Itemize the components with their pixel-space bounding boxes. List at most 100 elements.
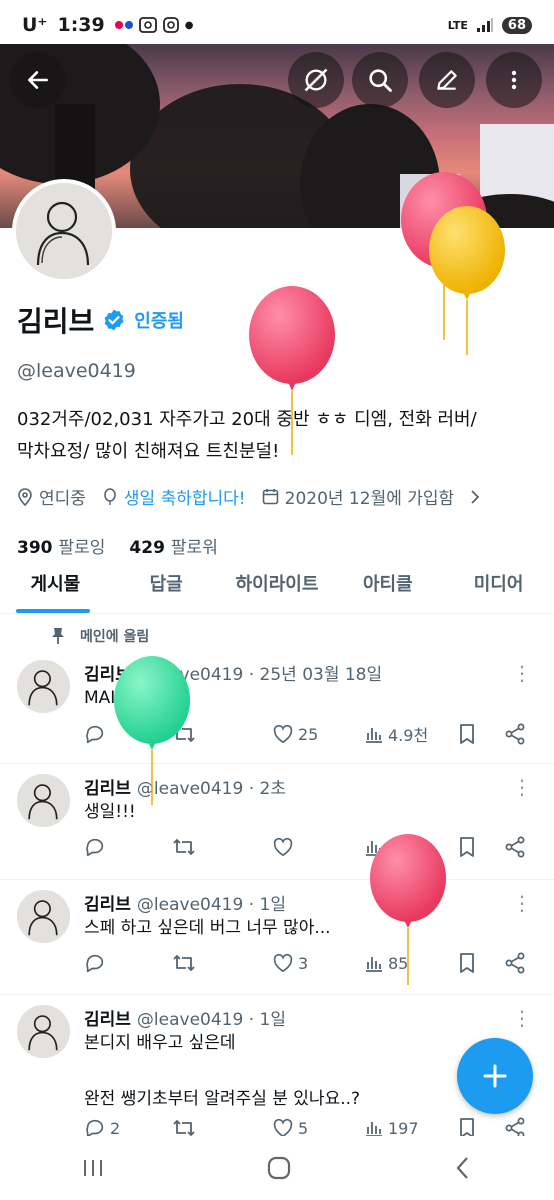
post-more-icon[interactable]: ⋮ [512,777,532,797]
heart-icon [273,953,293,973]
views-button[interactable]: 197 [364,1118,458,1138]
profile-avatar[interactable] [12,179,116,283]
view-count: 197 [388,1118,419,1138]
pinned-indicator: 메인에 올림 [50,626,149,646]
post-author[interactable]: 김리브 [84,1010,131,1030]
verified-badge-icon[interactable] [102,308,126,332]
post-avatar[interactable] [17,1005,70,1058]
post-avatar[interactable] [17,774,70,827]
reply-button[interactable] [84,723,172,745]
bookmark-button[interactable] [458,723,504,745]
post-text: MAIN. [84,688,134,708]
location-text: 연디중 [39,489,86,509]
more-button[interactable] [486,52,542,108]
bio-line: 막차요정/ 많이 친해져요 트친분덜! [17,441,280,462]
heart-icon [273,1118,293,1138]
like-button[interactable]: 25 [272,724,364,744]
bookmark-button[interactable] [458,952,504,974]
retweet-icon [173,955,195,971]
reply-icon [86,954,104,973]
post-more-icon[interactable]: ⋮ [512,893,532,913]
battery-indicator: 68 [501,16,532,34]
post-more-icon[interactable]: ⋮ [512,1008,532,1028]
share-button[interactable] [504,952,526,974]
retweet-icon [173,726,195,742]
post-item[interactable]: 김리브 @leave0419 · 1일 ⋮ 스페 하고 싶은데 버그 너무 많아.… [0,880,554,995]
profile-info: 김리브 인증됨 @leave0419 032거주/02,031 자주가고 20대… [17,300,537,558]
clock: 1:39 [57,14,105,36]
bookmark-button[interactable] [458,836,504,858]
search-button[interactable] [352,52,408,108]
pin-icon [52,628,64,644]
balloon-icon [104,487,116,505]
like-button[interactable]: 5 [272,1118,364,1138]
like-count: 5 [298,1118,309,1138]
share-icon [505,723,525,745]
reply-button[interactable] [84,836,172,858]
home-icon[interactable] [265,1154,293,1182]
compose-button[interactable] [457,1038,533,1114]
edit-button[interactable] [419,52,475,108]
share-button[interactable] [504,723,526,745]
arrow-left-icon [28,71,48,89]
post-author[interactable]: 김리브 [84,779,131,799]
post-more-icon[interactable]: ⋮ [512,663,532,683]
back-nav-icon[interactable] [451,1154,475,1182]
display-name: 김리브 [17,305,95,338]
reply-icon [86,725,104,744]
like-count: 3 [298,953,309,973]
retweet-button[interactable] [172,952,272,974]
chevron-right-icon[interactable] [468,489,482,505]
system-nav-bar [0,1136,554,1200]
carrier-label: U⁺ [22,14,48,36]
post-meta: @leave0419 · 25년 03월 18일 [136,665,383,685]
post-avatar[interactable] [17,660,70,713]
post-text: 스페 하고 싶은데 버그 너무 많아... [84,918,331,938]
tab-highlights[interactable]: 하이라이트 [222,552,333,613]
back-button[interactable] [10,52,66,108]
search-icon [369,69,392,92]
reply-button[interactable] [84,952,172,974]
recent-apps-icon[interactable] [79,1156,107,1180]
post-item[interactable]: 김리브 @leave0419 · 25년 03월 18일 ⋮ MAIN. 25 4… [0,650,554,764]
bookmark-icon [460,837,474,857]
tab-replies[interactable]: 답글 [111,552,222,613]
joined-date: 2020년 12월에 가입함 [284,489,455,509]
birthday-link[interactable]: 생일 축하합니다! [124,484,246,509]
tab-media[interactable]: 미디어 [443,552,554,613]
bookmark-icon [460,724,474,744]
post-item[interactable]: 김리브 @leave0419 · 2초 ⋮ 생일!!! [0,764,554,880]
grok-button[interactable] [288,52,344,108]
verified-label[interactable]: 인증됨 [134,307,184,333]
post-author[interactable]: 김리브 [84,665,131,685]
post-meta: @leave0419 · 2초 [136,779,286,799]
reply-icon [86,838,104,857]
post-avatar[interactable] [17,890,70,943]
pinned-label: 메인에 올림 [80,629,150,645]
post-meta: @leave0419 · 1일 [136,895,286,915]
like-button[interactable] [272,837,364,857]
bio-line: 032거주/02,031 자주가고 20대 중반 ㅎㅎ 디엠, 전화 러버/ [17,409,477,430]
view-count: 4.9천 [388,726,429,745]
retweet-button[interactable] [172,723,272,745]
views-chart-icon [366,728,382,743]
post-meta: @leave0419 · 1일 [136,1010,286,1030]
share-button[interactable] [504,836,526,858]
profile-bio: 032거주/02,031 자주가고 20대 중반 ㅎㅎ 디엠, 전화 러버/ 막… [17,404,537,468]
pencil-icon [437,70,457,90]
person-sketch-icon [16,183,112,279]
notification-icons: ● [114,17,193,33]
share-icon [505,952,525,974]
grok-icon [304,68,328,92]
views-button[interactable]: 4.9천 [364,722,458,746]
retweet-button[interactable] [172,836,272,858]
tab-articles[interactable]: 아티클 [332,552,443,613]
views-button[interactable] [364,837,458,857]
post-author[interactable]: 김리브 [84,895,131,915]
calendar-icon [262,489,278,505]
reply-count: 2 [110,1118,121,1138]
views-button[interactable]: 85 [364,953,458,973]
tab-posts[interactable]: 게시물 [0,552,111,613]
views-chart-icon [366,841,382,856]
like-button[interactable]: 3 [272,953,364,973]
